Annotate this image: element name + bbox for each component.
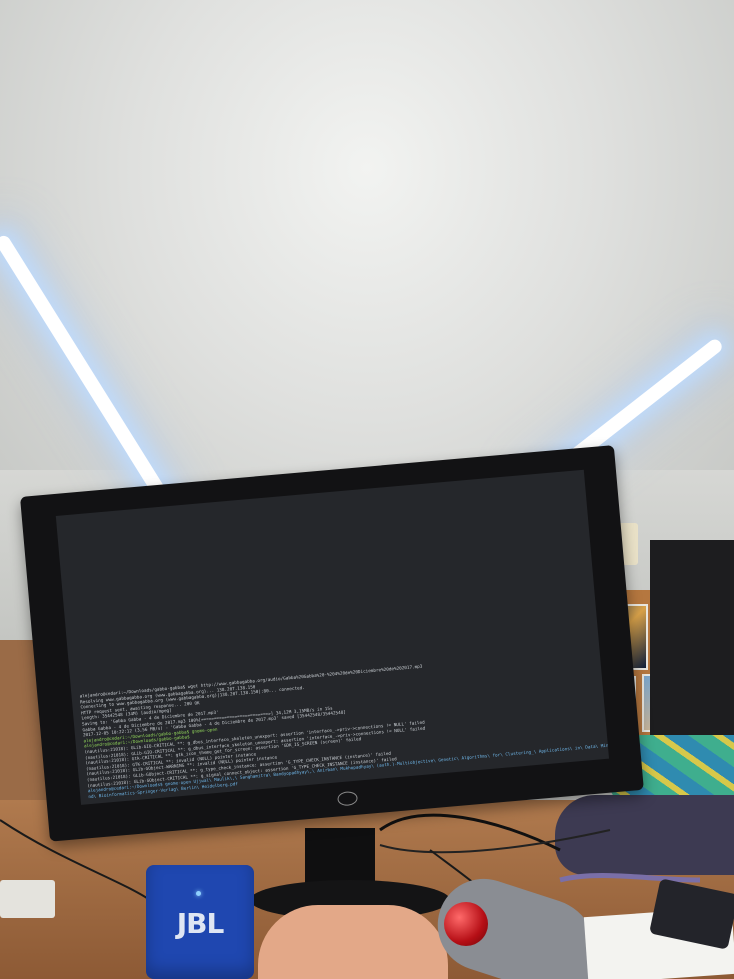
trackball-ball xyxy=(444,902,488,946)
jbl-speaker: JBL xyxy=(146,865,254,979)
speaker-led xyxy=(196,891,201,896)
terminal-screen: alejandro@cedari:~/Downloads/gabbo-gabba… xyxy=(55,469,610,805)
hand xyxy=(258,905,448,979)
office-desk-photo: alejandro@cedari:~/Downloads/gabbo-gabba… xyxy=(0,0,734,979)
hp-logo-icon xyxy=(336,790,359,807)
monitor: alejandro@cedari:~/Downloads/gabbo-gabba… xyxy=(20,445,644,842)
terminal-output: alejandro@cedari:~/Downloads/gabbo-gabba… xyxy=(79,649,609,800)
speaker-brand: JBL xyxy=(176,907,225,940)
